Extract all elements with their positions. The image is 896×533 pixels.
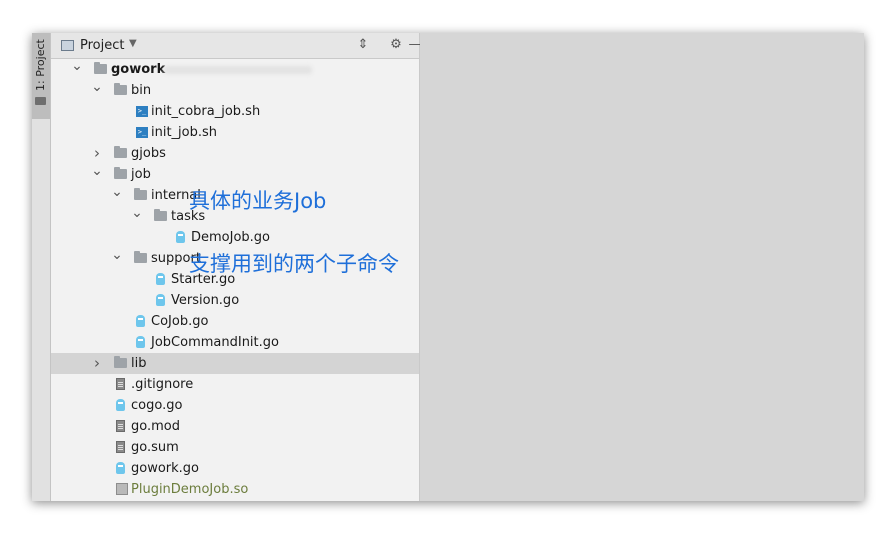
tree-item[interactable]: go.sum <box>51 437 419 458</box>
tree-item-label: gowork.go <box>131 461 200 476</box>
tree-item-label: job <box>131 167 151 182</box>
tree-item-label: bin <box>131 83 152 98</box>
tree-item-label: DemoJob.go <box>191 230 271 245</box>
editor-area <box>420 33 864 501</box>
folder-icon <box>35 97 46 105</box>
chevron-right-icon[interactable]: › <box>91 143 103 163</box>
tree-item[interactable]: .gitignore <box>51 374 419 395</box>
tree-item[interactable]: CoJob.go <box>51 311 419 332</box>
tree-item[interactable]: PluginDemoJob.so <box>51 479 419 500</box>
tree-item-label: Version.go <box>171 293 240 308</box>
tree-item[interactable]: JobCommandInit.go <box>51 332 419 353</box>
tree-item[interactable]: › lib <box>51 353 419 374</box>
tree-item[interactable]: DemoJob.go <box>51 227 419 248</box>
tree-item-label: lib <box>131 356 147 371</box>
tree-item[interactable]: cogo.go <box>51 395 419 416</box>
go-file-icon <box>176 231 185 243</box>
folder-icon <box>114 146 127 158</box>
text-file-icon <box>116 378 125 390</box>
go-file-icon <box>116 399 125 411</box>
ide-window: 1: Project Project ▼ ⇕ ⚙ — ⌄ gowork ⌄ bin >_… <box>32 33 864 501</box>
tree-item-label: go.mod <box>131 419 180 434</box>
chevron-down-icon[interactable]: ⌄ <box>111 248 123 262</box>
tree-item-label: cogo.go <box>131 398 183 413</box>
folder-icon <box>114 83 127 95</box>
tree-item-label: gjobs <box>131 146 166 161</box>
gear-icon[interactable]: ⚙ <box>387 36 405 54</box>
tree-item-label: go.sum <box>131 440 179 455</box>
go-file-icon <box>116 462 125 474</box>
text-file-icon <box>116 441 125 453</box>
tree-item[interactable]: >_ init_cobra_job.sh <box>51 101 419 122</box>
folder-icon <box>114 356 127 368</box>
tree-item-label: CoJob.go <box>151 314 209 329</box>
folder-icon <box>134 251 147 263</box>
folder-icon <box>154 209 167 221</box>
chevron-down-icon[interactable]: ⌄ <box>91 164 103 178</box>
dropdown-arrow-icon[interactable]: ▼ <box>129 38 137 49</box>
panel-title[interactable]: Project <box>80 38 124 53</box>
project-panel-header: Project ▼ ⇕ ⚙ — <box>51 33 422 59</box>
project-view-icon <box>61 40 74 51</box>
shared-object-file-icon <box>116 483 128 495</box>
tree-item[interactable]: >_ init_job.sh <box>51 122 419 143</box>
project-tab-label: 1: Project <box>34 39 47 91</box>
tree-item[interactable]: Version.go <box>51 290 419 311</box>
tree-item[interactable]: ⌄ bin <box>51 80 419 101</box>
tree-item-label: init_cobra_job.sh <box>151 104 261 119</box>
collapse-all-icon[interactable]: ⇕ <box>354 36 372 54</box>
shell-script-icon: >_ <box>136 106 148 117</box>
go-file-icon <box>156 294 165 306</box>
go-file-icon <box>136 336 145 348</box>
folder-icon <box>134 188 147 200</box>
annotation-internal: 具体的业务Job <box>189 189 327 213</box>
chevron-down-icon[interactable]: ⌄ <box>131 206 143 220</box>
text-file-icon <box>116 420 125 432</box>
chevron-down-icon[interactable]: ⌄ <box>111 185 123 199</box>
tree-item[interactable]: ⌄ gowork <box>51 59 419 80</box>
folder-icon <box>114 167 127 179</box>
go-file-icon <box>136 315 145 327</box>
redacted-path <box>164 66 312 74</box>
tree-item-label: PluginDemoJob.so <box>131 482 249 497</box>
tree-item[interactable]: › gjobs <box>51 143 419 164</box>
tree-item-label: init_job.sh <box>151 125 218 140</box>
tool-window-strip: 1: Project <box>32 33 51 501</box>
tree-item[interactable]: gowork.go <box>51 458 419 479</box>
chevron-down-icon[interactable]: ⌄ <box>71 59 83 73</box>
tree-item[interactable]: go.mod <box>51 416 419 437</box>
tree-item-label: JobCommandInit.go <box>151 335 279 350</box>
chevron-right-icon[interactable]: › <box>91 353 103 373</box>
go-file-icon <box>156 273 165 285</box>
annotation-support: 支撑用到的两个子命令 <box>189 252 399 276</box>
tree-item[interactable]: ⌄ job <box>51 164 419 185</box>
chevron-down-icon[interactable]: ⌄ <box>91 80 103 94</box>
project-tool-tab[interactable]: 1: Project <box>32 33 50 119</box>
folder-icon <box>94 62 107 74</box>
shell-script-icon: >_ <box>136 127 148 138</box>
tree-item-label: .gitignore <box>131 377 194 392</box>
tree-item-label: gowork <box>111 62 166 77</box>
